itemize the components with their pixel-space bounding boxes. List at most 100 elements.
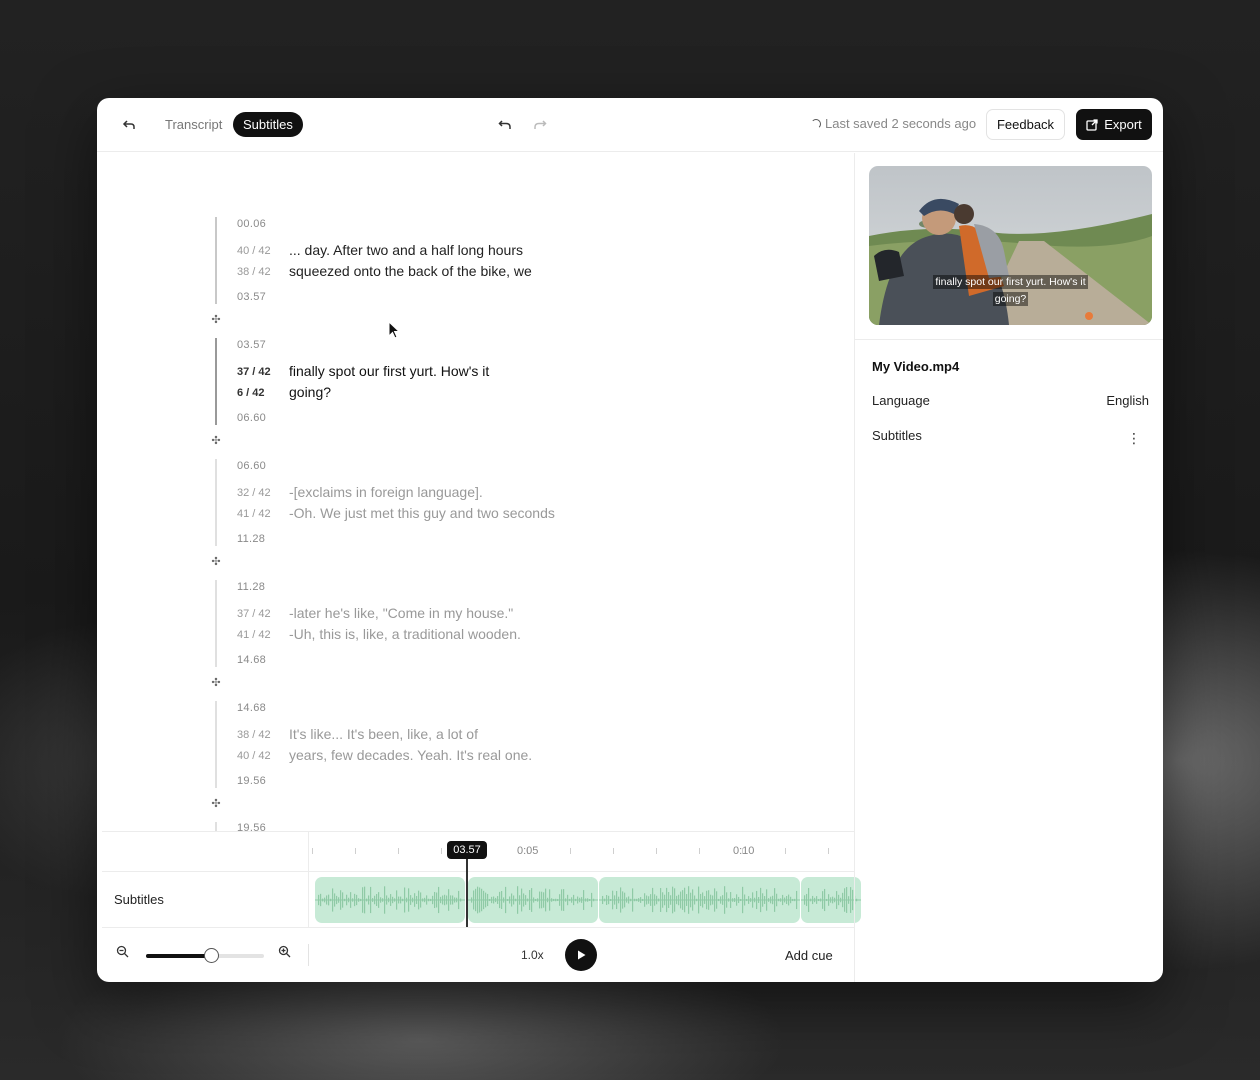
zoom-slider-thumb[interactable] (204, 948, 219, 963)
zoom-in-icon[interactable] (278, 945, 291, 958)
playback-speed[interactable]: 1.0x (521, 948, 544, 962)
ruler-tick (398, 848, 399, 854)
tab-transcript[interactable]: Transcript (159, 112, 228, 137)
cue-end-time[interactable]: 14.68 (237, 654, 266, 666)
cue-bracket (215, 701, 217, 788)
caption-line: finally spot our first yurt. How's it (933, 275, 1088, 289)
subtitle-line[interactable]: -later he's like, "Come in my house." (289, 605, 513, 621)
line-char-count: 40 / 42 (237, 245, 271, 257)
ruler-tick (656, 848, 657, 854)
line-char-count: 38 / 42 (237, 729, 271, 741)
save-status: Last saved 2 seconds ago (811, 116, 976, 131)
cue-end-time[interactable]: 11.28 (237, 533, 265, 545)
ruler-tick (441, 848, 442, 854)
subtitle-line[interactable]: -Uh, this is, like, a traditional wooden… (289, 626, 521, 642)
zoom-out-icon[interactable] (116, 945, 129, 958)
mouse-cursor-icon (388, 321, 401, 339)
cue-end-time[interactable]: 06.60 (237, 412, 266, 424)
waveform (468, 886, 598, 914)
language-select[interactable]: English (1106, 393, 1149, 408)
playback-controls: 1.0x Add cue (102, 927, 854, 982)
divider (308, 944, 309, 966)
move-handle-icon[interactable]: ✣ (210, 314, 222, 326)
ruler-tick (312, 848, 313, 854)
cue-end-time[interactable]: 19.56 (237, 775, 266, 787)
line-char-count: 41 / 42 (237, 629, 271, 641)
subtitle-line[interactable]: -Oh. We just met this guy and two second… (289, 505, 555, 521)
spinner-icon (811, 118, 821, 129)
cue-bracket (215, 580, 217, 667)
line-char-count: 37 / 42 (237, 608, 271, 620)
ruler-tick (355, 848, 356, 854)
waveform (599, 886, 800, 914)
subtitle-editor: 00.06 40 / 42 ... day. After two and a h… (102, 153, 854, 831)
subtitle-line[interactable]: finally spot our first yurt. How's it (289, 363, 489, 379)
subtitle-line[interactable]: It's like... It's been, like, a lot of (289, 726, 478, 742)
redo-icon[interactable] (526, 111, 554, 139)
video-preview[interactable]: finally spot our first yurt. How's it go… (869, 166, 1152, 325)
play-button[interactable] (565, 939, 597, 971)
cue-start-time[interactable]: 00.06 (237, 218, 266, 230)
waveform-segment[interactable] (315, 877, 465, 923)
cue-bracket (215, 338, 217, 425)
more-options-icon[interactable]: ⋮ (1127, 429, 1141, 447)
ruler-tick (828, 848, 829, 854)
language-label: Language (872, 393, 930, 408)
cue-start-time[interactable]: 14.68 (237, 702, 266, 714)
play-icon (578, 950, 586, 960)
properties-panel: finally spot our first yurt. How's it go… (854, 153, 1163, 982)
export-button[interactable]: Export (1076, 109, 1152, 140)
save-status-text: Last saved 2 seconds ago (825, 116, 977, 131)
cue-start-time[interactable]: 19.56 (237, 822, 266, 831)
add-cue-button[interactable]: Add cue (785, 948, 833, 963)
app-window: Transcript Subtitles Last saved 2 second… (97, 98, 1163, 982)
line-char-count: 41 / 42 (237, 508, 271, 520)
caption-line: going? (992, 292, 1029, 306)
cue-start-time[interactable]: 11.28 (237, 581, 265, 593)
subtitle-line[interactable]: years, few decades. Yeah. It's real one. (289, 747, 532, 763)
zoom-slider-fill (146, 954, 211, 958)
move-handle-icon[interactable]: ✣ (210, 677, 222, 689)
cue-bracket (215, 217, 217, 304)
waveform (315, 886, 465, 914)
waveform (801, 887, 861, 913)
tab-subtitles[interactable]: Subtitles (233, 112, 303, 137)
divider (855, 339, 1163, 340)
playhead-time[interactable]: 03.57 (447, 841, 487, 859)
cue-end-time[interactable]: 03.57 (237, 291, 266, 303)
subtitles-label: Subtitles (872, 428, 922, 443)
tick-label: 0:10 (733, 845, 755, 857)
move-handle-icon[interactable]: ✣ (210, 435, 222, 447)
back-arrow-icon[interactable] (115, 111, 143, 139)
track-header (102, 832, 309, 927)
cue-bracket (215, 822, 217, 831)
waveform-segment[interactable] (468, 877, 598, 923)
track-label: Subtitles (114, 892, 164, 907)
undo-icon[interactable] (491, 111, 519, 139)
cue-bracket (215, 459, 217, 546)
subtitle-line[interactable]: ... day. After two and a half long hours (289, 242, 523, 258)
cue-start-time[interactable]: 03.57 (237, 339, 266, 351)
ruler-tick (570, 848, 571, 854)
subtitle-line[interactable]: -[exclaims in foreign language]. (289, 484, 483, 500)
subtitle-line[interactable]: going? (289, 384, 331, 400)
external-link-icon (1086, 118, 1098, 131)
subtitle-line[interactable]: squeezed onto the back of the bike, we (289, 263, 532, 279)
waveform-segment[interactable] (599, 877, 800, 923)
video-caption: finally spot our first yurt. How's it go… (903, 274, 1118, 308)
move-handle-icon[interactable]: ✣ (210, 798, 222, 810)
ruler-tick (699, 848, 700, 854)
line-char-count: 37 / 42 (237, 366, 271, 378)
ruler-tick (613, 848, 614, 854)
cue-start-time[interactable]: 06.60 (237, 460, 266, 472)
move-handle-icon[interactable]: ✣ (210, 556, 222, 568)
line-char-count: 38 / 42 (237, 266, 271, 278)
line-char-count: 6 / 42 (237, 387, 265, 399)
playhead-line[interactable] (466, 859, 468, 927)
line-char-count: 32 / 42 (237, 487, 271, 499)
waveform-segment[interactable] (801, 877, 861, 923)
export-label: Export (1104, 117, 1142, 132)
timeline: 0:05 0:10 Subtitles 03.57 1.0x Add cue (102, 831, 861, 982)
tick-label: 0:05 (517, 845, 539, 857)
feedback-button[interactable]: Feedback (986, 109, 1065, 140)
